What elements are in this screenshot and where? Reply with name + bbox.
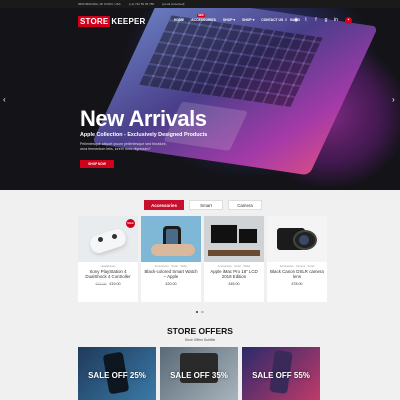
tab-accessories[interactable]: Accessories	[144, 200, 184, 210]
carousel-dot[interactable]	[201, 311, 204, 314]
nav-shop[interactable]: SHOP ▾	[223, 18, 235, 22]
product-card[interactable]: Accessories · Smart · Tablet Black-color…	[141, 216, 201, 302]
product-price: £20.00	[141, 282, 201, 286]
offer-text: SALE OFF 25%	[88, 371, 146, 380]
twitter-icon[interactable]: t	[303, 17, 309, 23]
tab-camera[interactable]: Camera	[228, 200, 262, 210]
offer-banner[interactable]: SALE OFF 25%	[78, 347, 156, 400]
product-name[interactable]: Apple iMac Pro 18" LCD 2018 Edition	[207, 269, 261, 280]
product-grid: SALE Headphones Sony PlayStation 4 DualS…	[78, 216, 327, 302]
tab-row: Accessories Smart Camera	[144, 200, 262, 210]
current-price: £45.00	[228, 282, 240, 286]
carousel-dot[interactable]	[196, 311, 199, 314]
product-category[interactable]: Accessories · Smart · Tablet	[141, 265, 201, 268]
product-category[interactable]: Headphones	[78, 265, 138, 268]
old-price: £21.00	[95, 282, 107, 286]
linkedin-icon[interactable]: in	[333, 17, 339, 23]
carousel-dots	[196, 311, 204, 314]
hero-subtitle: Apple Collection - Exclusively Designed …	[80, 132, 208, 138]
user-icon[interactable]: ◉	[293, 17, 299, 23]
nav-accessories[interactable]: ACCESSORIES NEW	[191, 14, 216, 22]
shop-now-button[interactable]: SHOP NOW	[80, 160, 114, 168]
phone-text[interactable]: (+1) 742 56 95 780	[129, 2, 154, 6]
offers-title: STORE OFFERS	[167, 326, 233, 336]
product-image	[141, 216, 201, 262]
header-icons: ⌕ ◉ t f g in ▪	[283, 17, 352, 24]
product-card[interactable]: Accessories · Smart · Tablet Apple iMac …	[204, 216, 264, 302]
product-name[interactable]: Black-colored Smart Watch – Apple	[144, 269, 198, 280]
product-card[interactable]: Accessories · Camera · Smart Black Canon…	[267, 216, 327, 302]
product-name[interactable]: Black Canon DSLR camera lens	[270, 269, 324, 280]
offers-grid: SALE OFF 25% SALE OFF 35% SALE OFF 55%	[78, 347, 320, 400]
product-price: £21.00 £19.00	[78, 282, 138, 286]
offer-banner[interactable]: SALE OFF 35%	[160, 347, 238, 400]
product-image	[267, 216, 327, 262]
tab-smart[interactable]: Smart	[189, 200, 223, 210]
site-header: STORE KEEPER HOME ACCESSORIES NEW SHOP ▾…	[0, 8, 400, 34]
nav-home[interactable]: HOME	[174, 18, 184, 22]
offers-subtitle: Store Offers Subtitle	[184, 338, 216, 342]
offer-text: SALE OFF 35%	[170, 371, 228, 380]
hero-text: Pellentesque aliquet ipsum pellentesque …	[80, 142, 167, 151]
current-price: £78.00	[291, 282, 303, 286]
current-price: £19.00	[109, 282, 121, 286]
hero-title: New Arrivals	[80, 106, 207, 131]
nav-shop-2[interactable]: SHOP ▾	[242, 18, 254, 22]
slider-prev-icon[interactable]: ‹	[3, 95, 6, 104]
offer-text: SALE OFF 55%	[252, 371, 310, 380]
address-text: 9600 BRANDA, MI 9 PRO, USA	[78, 2, 121, 6]
product-price: £78.00	[267, 282, 327, 286]
main-nav: HOME ACCESSORIES NEW SHOP ▾ SHOP ▾ CONTA…	[174, 14, 300, 22]
logo-part-1: STORE	[78, 15, 111, 27]
logo-part-2: KEEPER	[111, 16, 146, 26]
search-icon[interactable]: ⌕	[283, 17, 289, 23]
cart-icon[interactable]: ▪	[345, 17, 352, 24]
product-category[interactable]: Accessories · Smart · Tablet	[204, 265, 264, 268]
current-price: £20.00	[165, 282, 177, 286]
top-bar: 9600 BRANDA, MI 9 PRO, USA (+1) 742 56 9…	[0, 0, 400, 8]
product-category[interactable]: Accessories · Camera · Smart	[267, 265, 327, 268]
slider-next-icon[interactable]: ›	[392, 95, 395, 104]
facebook-icon[interactable]: f	[313, 17, 319, 23]
google-plus-icon[interactable]: g	[323, 17, 329, 23]
nav-accessories-label: ACCESSORIES	[191, 18, 216, 22]
product-image	[204, 216, 264, 262]
sale-badge: SALE	[126, 219, 135, 228]
email-text[interactable]: [email protected]	[162, 2, 184, 6]
new-badge: NEW	[197, 14, 205, 17]
product-price: £45.00	[204, 282, 264, 286]
nav-contact[interactable]: CONTACT US	[261, 18, 283, 22]
site-logo[interactable]: STORE KEEPER	[78, 15, 146, 27]
product-card[interactable]: SALE Headphones Sony PlayStation 4 DualS…	[78, 216, 138, 302]
product-name[interactable]: Sony PlayStation 4 DualShock 4 Controlle…	[81, 269, 135, 280]
offer-banner[interactable]: SALE OFF 55%	[242, 347, 320, 400]
